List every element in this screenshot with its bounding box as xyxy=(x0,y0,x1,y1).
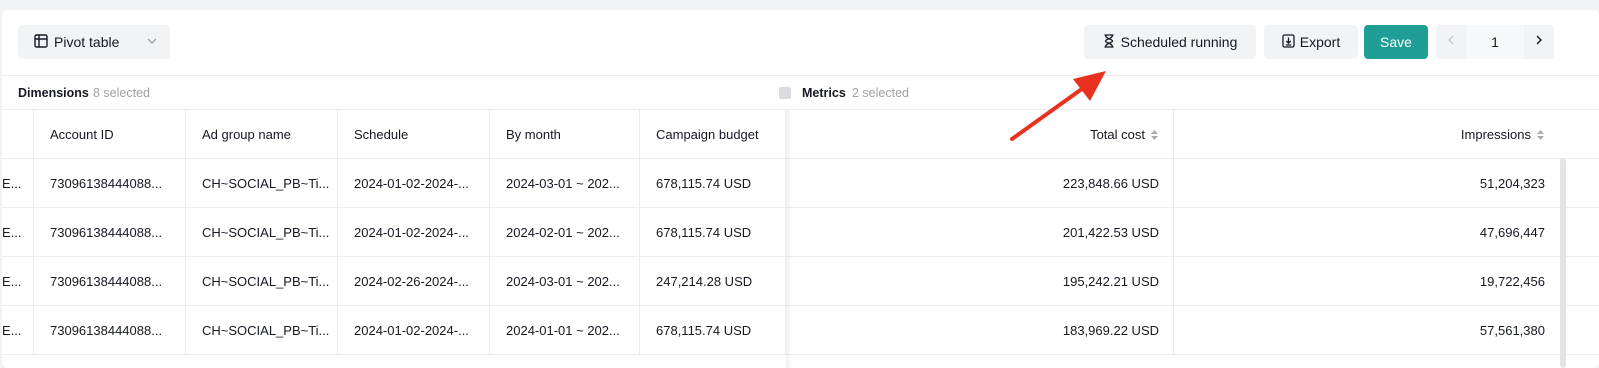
table-cell: 2024-03-01 ~ 202... xyxy=(490,159,640,208)
table-cell: 2024-01-02-2024-... xyxy=(338,159,490,208)
table-cell: 2024-02-26-2024-... xyxy=(338,257,490,306)
table-cell: 201,422.53 USD xyxy=(786,208,1174,257)
table-cell: 247,214.28 USD xyxy=(640,257,786,306)
table-cell: E... xyxy=(2,159,34,208)
table-cell: CH~SOCIAL_PB~Ti... xyxy=(186,306,338,355)
previous-page-button[interactable] xyxy=(1436,25,1466,59)
table-cell: 57,561,380 xyxy=(1479,323,1545,338)
table-row[interactable]: E... 73096138444088... CH~SOCIAL_PB~Ti..… xyxy=(2,257,1599,306)
pivot-table-label: Pivot table xyxy=(54,34,120,50)
column-header[interactable] xyxy=(2,110,34,159)
column-header-ad-group-name[interactable]: Ad group name xyxy=(186,110,338,159)
table-cell: CH~SOCIAL_PB~Ti... xyxy=(186,159,338,208)
table-cell: 51,204,323 xyxy=(1479,176,1545,191)
sort-icon[interactable] xyxy=(1150,129,1159,141)
export-label: Export xyxy=(1299,34,1341,50)
table-cell: 73096138444088... xyxy=(34,306,186,355)
pivot-table-icon xyxy=(34,33,48,51)
table-cell: 2024-01-02-2024-... xyxy=(338,208,490,257)
column-header-campaign-budget[interactable]: Campaign budget xyxy=(640,110,786,159)
table-cell: 183,969.22 USD xyxy=(786,306,1174,355)
table-row[interactable]: E... 73096138444088... CH~SOCIAL_PB~Ti..… xyxy=(2,208,1599,257)
table-cell: 2024-03-01 ~ 202... xyxy=(490,257,640,306)
table-cell: 73096138444088... xyxy=(34,208,186,257)
vertical-scrollbar[interactable] xyxy=(1560,158,1566,368)
chevron-right-icon xyxy=(1534,33,1544,51)
column-header-impressions[interactable]: Impressions xyxy=(1174,110,1557,159)
collapse-icon[interactable] xyxy=(779,87,791,99)
column-header-schedule[interactable]: Schedule xyxy=(338,110,490,159)
column-header-by-month[interactable]: By month xyxy=(490,110,640,159)
chevron-left-icon xyxy=(1446,33,1456,51)
metrics-label: Metrics xyxy=(802,86,846,100)
export-button[interactable]: Export xyxy=(1264,25,1358,59)
pagination: 1 xyxy=(1436,25,1554,59)
table-cell: 678,115.74 USD xyxy=(640,306,786,355)
table-section-header: Dimensions 8 selected Metrics 2 selected xyxy=(2,76,1599,110)
table-cell: 19,722,456 xyxy=(1479,274,1545,289)
frozen-column-shadow xyxy=(786,110,792,368)
table-cell: 2024-01-01 ~ 202... xyxy=(490,306,640,355)
next-page-button[interactable] xyxy=(1524,25,1554,59)
pivot-table-select[interactable]: Pivot table xyxy=(18,25,170,59)
hourglass-icon xyxy=(1103,33,1115,51)
table-cell: E... xyxy=(2,208,34,257)
table-cell: 223,848.66 USD xyxy=(786,159,1174,208)
total-cost-header-label: Total cost xyxy=(1090,127,1145,142)
table-cell: 678,115.74 USD xyxy=(640,159,786,208)
table-cell: 2024-01-02-2024-... xyxy=(338,306,490,355)
table-cell: 73096138444088... xyxy=(34,159,186,208)
table-cell: 2024-02-01 ~ 202... xyxy=(490,208,640,257)
scheduled-running-button[interactable]: Scheduled running xyxy=(1084,25,1256,59)
table-row[interactable]: E... 73096138444088... CH~SOCIAL_PB~Ti..… xyxy=(2,306,1599,355)
toolbar: Pivot table Scheduled running Export Sav… xyxy=(2,10,1599,76)
save-button[interactable]: Save xyxy=(1364,25,1428,59)
table-cell: CH~SOCIAL_PB~Ti... xyxy=(186,208,338,257)
dimensions-count: 8 selected xyxy=(93,86,150,100)
table-cell: E... xyxy=(2,257,34,306)
table-cell: CH~SOCIAL_PB~Ti... xyxy=(186,257,338,306)
metrics-count: 2 selected xyxy=(852,86,909,100)
table-cell: 678,115.74 USD xyxy=(640,208,786,257)
table-cell: 73096138444088... xyxy=(34,257,186,306)
page-number[interactable]: 1 xyxy=(1466,25,1524,59)
table-cell: 47,696,447 xyxy=(1479,225,1545,240)
table-cell: 195,242.21 USD xyxy=(786,257,1174,306)
column-header-total-cost[interactable]: Total cost xyxy=(786,110,1174,159)
dimensions-label: Dimensions xyxy=(18,86,89,100)
column-header-account-id[interactable]: Account ID xyxy=(34,110,186,159)
scheduled-running-label: Scheduled running xyxy=(1120,34,1238,50)
export-icon xyxy=(1282,33,1295,51)
table-header-row: Account ID Ad group name Schedule By mon… xyxy=(2,110,1599,159)
table-row[interactable]: E... 73096138444088... CH~SOCIAL_PB~Ti..… xyxy=(2,159,1599,208)
sort-icon[interactable] xyxy=(1536,129,1545,141)
chevron-down-icon xyxy=(146,34,158,50)
table-cell: E... xyxy=(2,306,34,355)
report-panel: Pivot table Scheduled running Export Sav… xyxy=(2,10,1599,368)
impressions-header-label: Impressions xyxy=(1460,127,1531,142)
